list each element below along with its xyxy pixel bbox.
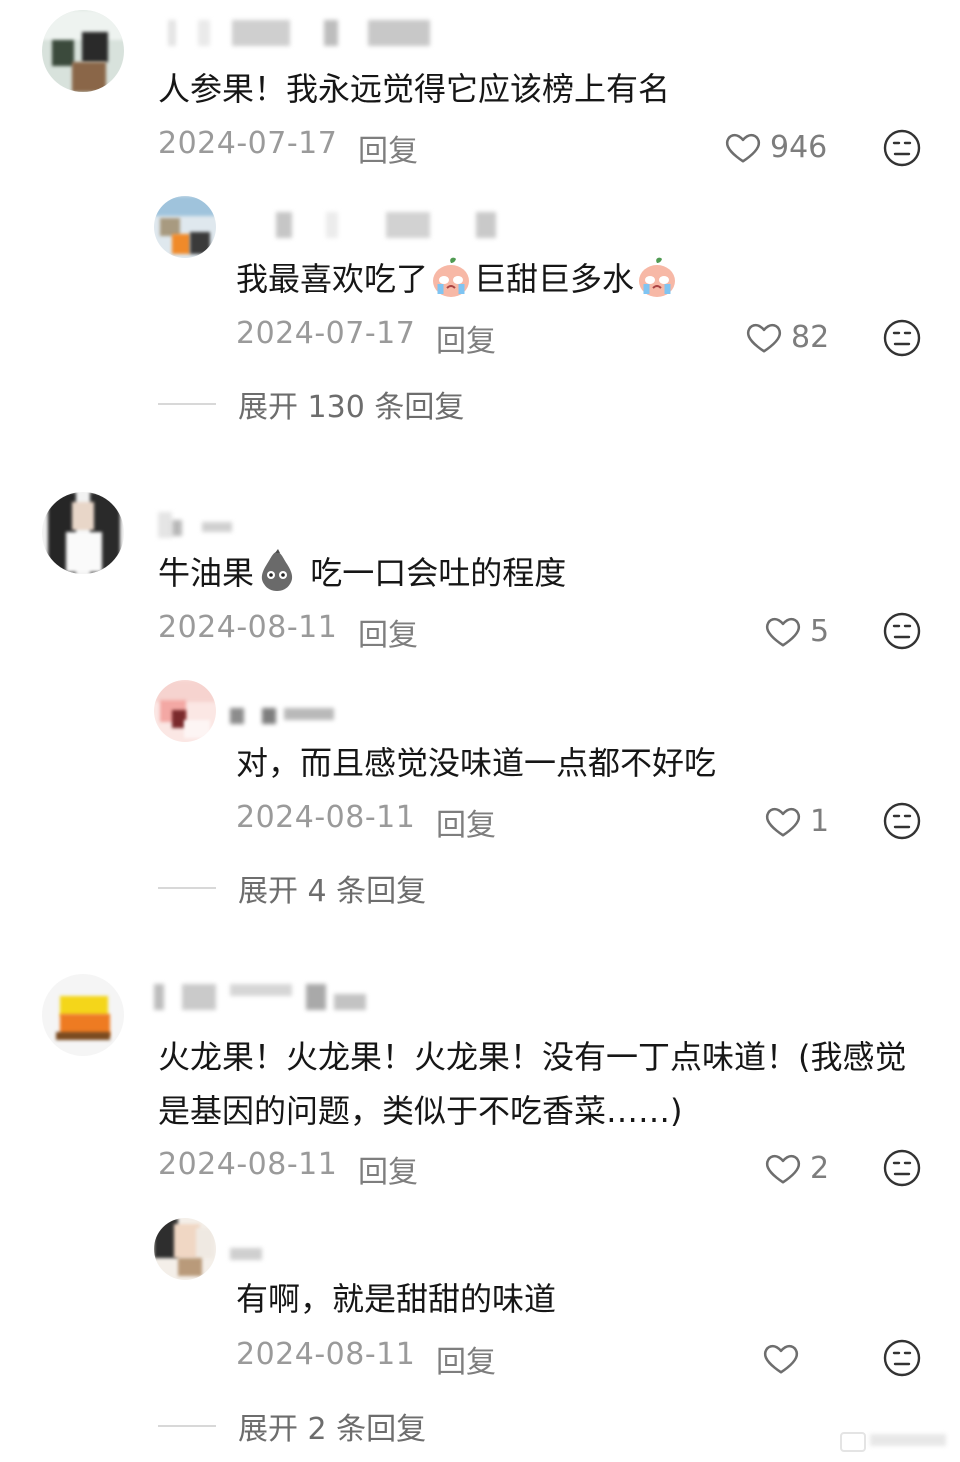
username-blurred[interactable]: [168, 20, 430, 46]
heart-outline-icon: [725, 133, 761, 163]
reply-date: 2024-08-11: [236, 1337, 416, 1372]
reply-text: 对，而且感觉没味道一点都不好吃: [236, 744, 717, 782]
username-blurred[interactable]: [230, 1244, 262, 1270]
avatar[interactable]: [42, 10, 124, 92]
reply-date: 2024-08-11: [236, 800, 416, 835]
like-button[interactable]: [762, 1339, 808, 1377]
neutral-face-icon[interactable]: [882, 1338, 922, 1378]
neutral-face-icon[interactable]: [882, 1148, 922, 1188]
neutral-face-icon[interactable]: [882, 128, 922, 168]
like-button[interactable]: 82: [745, 318, 829, 356]
crying-peach-emoji: [433, 257, 470, 297]
expand-replies-label: 展开 130 条回复: [238, 390, 465, 425]
avatar[interactable]: [42, 492, 124, 574]
username-blurred[interactable]: [154, 984, 390, 1010]
reply-button[interactable]: 回复: [436, 1337, 496, 1381]
expand-replies-label: 展开 4 条回复: [238, 874, 427, 909]
expand-replies-button[interactable]: 展开 130 条回复: [158, 382, 464, 426]
divider: [158, 887, 216, 889]
reply-button[interactable]: 回复: [358, 1147, 418, 1191]
like-count: 946: [770, 129, 828, 165]
watermark: [840, 1428, 950, 1452]
avatar[interactable]: [42, 974, 124, 1056]
comment-text: 火龙果！火龙果！火龙果！没有一丁点味道！(我感觉是基因的问题，类似于不吃香菜………: [158, 1038, 907, 1130]
avatar[interactable]: [154, 680, 216, 742]
comment-text: 人参果！我永远觉得它应该榜上有名: [158, 70, 671, 108]
like-button[interactable]: 946: [724, 128, 827, 166]
neutral-face-icon[interactable]: [882, 611, 922, 651]
comment-date: 2024-07-17: [158, 126, 338, 161]
reply-button[interactable]: 回复: [358, 610, 418, 654]
comment-date: 2024-08-11: [158, 610, 338, 645]
like-button[interactable]: 1: [764, 802, 829, 840]
heart-outline-icon: [763, 1344, 799, 1374]
expand-replies-button[interactable]: 展开 4 条回复: [158, 866, 426, 910]
expand-replies-button[interactable]: 展开 2 条回复: [158, 1404, 426, 1448]
avatar[interactable]: [154, 196, 216, 258]
crying-peach-emoji: [639, 257, 676, 297]
comment-date: 2024-08-11: [158, 1147, 338, 1182]
reply-button[interactable]: 回复: [358, 126, 418, 170]
like-count: 1: [810, 803, 830, 839]
heart-outline-icon: [765, 1154, 801, 1184]
heart-outline-icon: [765, 617, 801, 647]
like-button[interactable]: 2: [764, 1149, 829, 1187]
comment-text: 牛油果 吃一口会吐的程度: [158, 546, 566, 600]
heart-outline-icon: [746, 323, 782, 353]
reply-text: 有啊，就是甜甜的味道: [236, 1280, 557, 1318]
expand-replies-label: 展开 2 条回复: [238, 1412, 427, 1447]
like-button[interactable]: 5: [764, 612, 829, 650]
divider: [158, 1425, 216, 1427]
username-blurred[interactable]: [230, 704, 342, 730]
divider: [158, 403, 216, 405]
reply-button[interactable]: 回复: [436, 316, 496, 360]
like-count: 2: [810, 1150, 830, 1186]
avocado-face-emoji: [261, 549, 293, 591]
reply-date: 2024-07-17: [236, 316, 416, 351]
like-count: 82: [791, 319, 830, 355]
avatar[interactable]: [154, 1218, 216, 1280]
username-blurred[interactable]: [158, 512, 238, 538]
heart-outline-icon: [765, 807, 801, 837]
neutral-face-icon[interactable]: [882, 801, 922, 841]
like-count: 5: [810, 613, 830, 649]
neutral-face-icon[interactable]: [882, 318, 922, 358]
username-blurred[interactable]: [250, 212, 510, 238]
reply-text: 我最喜欢吃了 巨甜巨多水: [236, 252, 680, 306]
reply-button[interactable]: 回复: [436, 800, 496, 844]
